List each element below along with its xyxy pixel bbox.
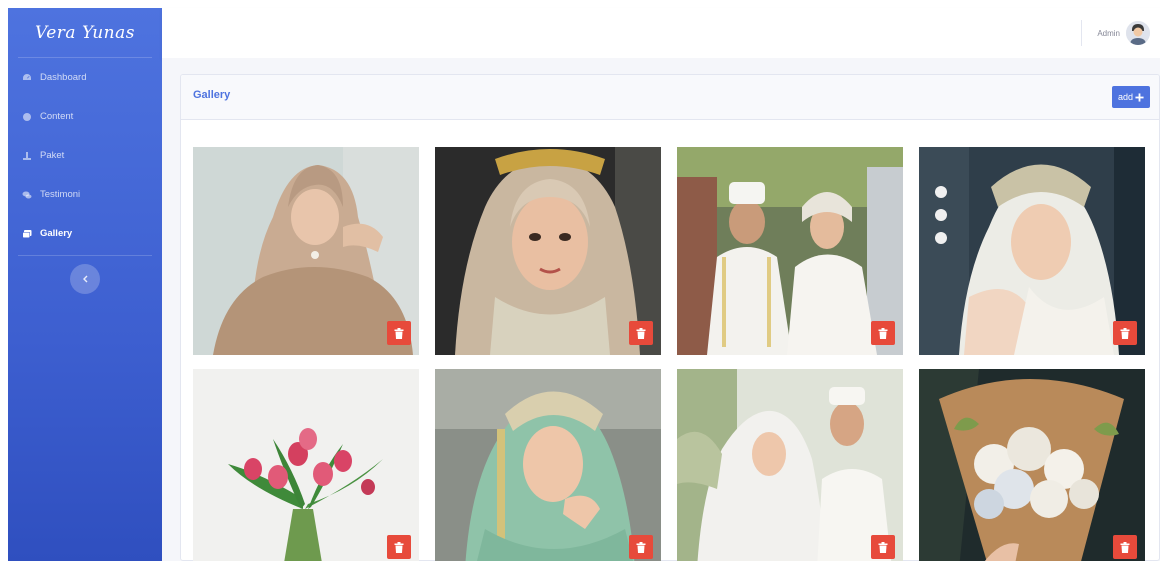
topbar-divider — [1081, 20, 1082, 46]
content-icon — [20, 110, 34, 124]
delete-button[interactable] — [629, 321, 653, 345]
trash-icon — [636, 327, 646, 339]
delete-button[interactable] — [1113, 535, 1137, 559]
plus-icon — [1135, 92, 1144, 102]
sidebar-item-gallery[interactable]: Gallery — [8, 214, 162, 253]
gallery-photo[interactable] — [435, 147, 661, 355]
add-button-label: add — [1117, 92, 1133, 102]
page-title: Gallery — [193, 89, 231, 101]
sidebar-item-content[interactable]: Content — [8, 97, 162, 136]
sidebar-item-label: Testimoni — [40, 189, 81, 200]
images-icon — [20, 227, 34, 241]
delete-button[interactable] — [387, 535, 411, 559]
gallery-item — [677, 147, 903, 355]
trash-icon — [636, 541, 646, 553]
gallery-item — [435, 147, 661, 355]
package-icon — [20, 149, 34, 163]
topbar: Admin — [162, 8, 1160, 58]
gallery-photo[interactable] — [435, 369, 661, 561]
sidebar-toggle-button[interactable] — [70, 264, 100, 294]
user-avatar — [1126, 21, 1150, 45]
sidebar-item-paket[interactable]: Paket — [8, 136, 162, 175]
gallery-item — [193, 369, 419, 561]
trash-icon — [878, 327, 888, 339]
add-button[interactable]: add — [1111, 86, 1150, 108]
gallery-photo[interactable] — [677, 369, 903, 561]
user-name: Admin — [1097, 28, 1120, 38]
delete-button[interactable] — [387, 321, 411, 345]
delete-button[interactable] — [871, 321, 895, 345]
sidebar-item-label: Paket — [40, 150, 65, 161]
delete-button[interactable] — [629, 535, 653, 559]
user-dropdown[interactable]: Admin — [1097, 21, 1150, 45]
sidebar-item-dashboard[interactable]: Dashboard — [8, 58, 162, 97]
delete-button[interactable] — [1113, 321, 1137, 345]
chevron-left-icon — [83, 275, 88, 283]
brand-logo[interactable]: Vera Yunas — [18, 8, 152, 58]
trash-icon — [878, 541, 888, 553]
sidebar-item-testimoni[interactable]: Testimoni — [8, 175, 162, 214]
trash-icon — [1120, 541, 1130, 553]
gallery-item — [677, 369, 903, 561]
comments-icon — [20, 188, 34, 202]
sidebar-item-label: Content — [40, 111, 74, 122]
gallery-item — [919, 369, 1145, 561]
sidebar-item-label: Gallery — [40, 228, 73, 239]
gallery-photo[interactable] — [193, 369, 419, 561]
trash-icon — [1120, 327, 1130, 339]
gallery-item — [919, 147, 1145, 355]
gallery-photo[interactable] — [677, 147, 903, 355]
sidebar-divider — [18, 255, 152, 256]
gallery-photo[interactable] — [919, 369, 1145, 561]
brand-logo-text: Vera Yunas — [35, 22, 135, 43]
dashboard-icon — [20, 71, 34, 85]
gallery-card-header: Gallery add — [181, 75, 1159, 120]
trash-icon — [394, 327, 404, 339]
sidebar-item-label: Dashboard — [40, 72, 87, 83]
delete-button[interactable] — [871, 535, 895, 559]
trash-icon — [394, 541, 404, 553]
sidebar: Vera Yunas Dashboard Content Paket Testi… — [8, 8, 162, 561]
gallery-photo[interactable] — [193, 147, 419, 355]
gallery-photo[interactable] — [919, 147, 1145, 355]
gallery-item — [193, 147, 419, 355]
gallery-item — [435, 369, 661, 561]
app-root: Vera Yunas Dashboard Content Paket Testi… — [0, 0, 1160, 561]
